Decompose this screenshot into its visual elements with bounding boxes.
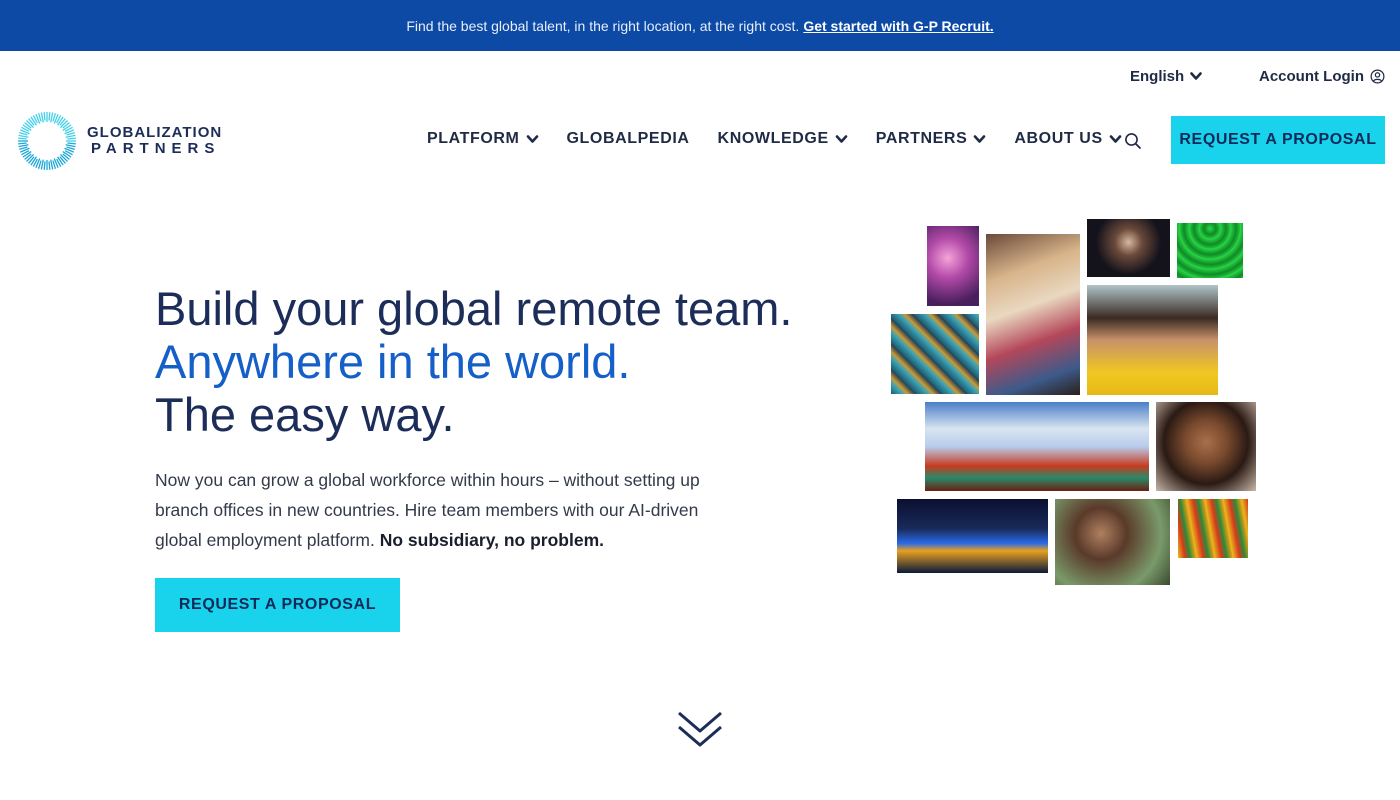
hero-heading-line-2: Anywhere in the world.: [155, 335, 631, 388]
nav-item-label: ABOUT US: [1014, 130, 1103, 147]
collage-image-city-night: [897, 499, 1048, 573]
collage-image-smiling-woman: [1156, 402, 1256, 491]
logo-ray: [50, 159, 54, 170]
hero-heading-line-1: Build your global remote team.: [155, 282, 793, 335]
hero-heading: Build your global remote team. Anywhere …: [155, 282, 792, 441]
double-chevron-down-icon[interactable]: [676, 710, 724, 750]
logo-ray: [18, 137, 27, 140]
account-login-link[interactable]: Account Login: [1259, 68, 1385, 85]
collage-image-temple-roof: [925, 402, 1149, 491]
nav-item-about-us[interactable]: ABOUT US: [1014, 130, 1122, 148]
logo-ray: [40, 112, 44, 123]
logo-ray: [18, 142, 27, 145]
banner-text: Find the best global talent, in the righ…: [406, 17, 800, 34]
logo-line-2: PARTNERS: [91, 140, 221, 157]
logo-ray: [18, 134, 29, 138]
chevron-down-icon: [835, 134, 848, 143]
globalization-partners-logo-mark: [18, 112, 76, 170]
nav-item-partners[interactable]: PARTNERS: [876, 130, 987, 148]
logo-line-1: GLOBALIZATION: [87, 124, 223, 141]
logo-ray: [65, 134, 76, 138]
language-label: English: [1130, 68, 1185, 85]
banner-recruit-link[interactable]: Get started with G-P Recruit.: [803, 18, 993, 34]
chevron-down-icon: [974, 134, 986, 143]
logo-ray: [18, 144, 29, 148]
logo-ray: [65, 144, 76, 148]
chevron-down-icon: [1109, 134, 1122, 143]
hero-description-emphasis: No subsidiary, no problem.: [379, 530, 604, 550]
search-icon[interactable]: [1124, 132, 1142, 150]
language-selector[interactable]: English: [1130, 68, 1202, 85]
hero-heading-line-3: The easy way.: [155, 388, 455, 441]
nav-item-platform[interactable]: PLATFORM: [427, 130, 539, 148]
account-login-label: Account Login: [1259, 68, 1364, 85]
logo-ray: [43, 112, 46, 121]
nav-item-globalpedia[interactable]: GLOBALPEDIA: [567, 130, 690, 148]
collage-image-colorful-fabric: [1178, 499, 1248, 558]
nav-item-knowledge[interactable]: KNOWLEDGE: [718, 130, 848, 148]
logo-ray: [67, 137, 76, 140]
main-nav: PLATFORM GLOBALPEDIA KNOWLEDGE PARTNERS …: [427, 130, 1150, 148]
logo-ray: [48, 112, 51, 121]
collage-image-mosaic-tiles: [891, 314, 979, 394]
collage-image-green-lantern: [1177, 223, 1243, 278]
nav-item-label: KNOWLEDGE: [717, 130, 829, 147]
collage-image-man-glasses: [1055, 499, 1170, 585]
logo-ray: [43, 161, 46, 170]
site-logo[interactable]: GLOBALIZATION PARTNERS: [17, 111, 222, 171]
collage-image-man-phone: [1087, 219, 1170, 277]
chevron-down-icon: [1190, 72, 1202, 80]
nav-item-label: PLATFORM: [427, 130, 520, 147]
nav-item-label: PARTNERS: [875, 130, 968, 147]
chevron-down-icon: [526, 134, 538, 143]
request-proposal-nav-button[interactable]: REQUEST A PROPOSAL: [1171, 116, 1385, 164]
request-proposal-hero-button[interactable]: REQUEST A PROPOSAL: [155, 578, 400, 632]
user-circle-icon: [1370, 69, 1385, 84]
logo-ray: [67, 142, 76, 145]
collage-image-purple-structure: [927, 226, 979, 306]
collage-image-kimono-woman: [986, 234, 1080, 395]
promo-banner: Find the best global talent, in the righ…: [0, 0, 1400, 51]
logo-wordmark: GLOBALIZATION PARTNERS: [87, 125, 222, 157]
collage-image-woman-glasses: [1087, 285, 1218, 395]
hero-description: Now you can grow a global workforce with…: [155, 465, 745, 555]
logo-ray: [40, 159, 44, 170]
nav-item-label: GLOBALPEDIA: [566, 130, 690, 147]
logo-ray: [48, 161, 51, 170]
logo-ray: [50, 112, 54, 123]
